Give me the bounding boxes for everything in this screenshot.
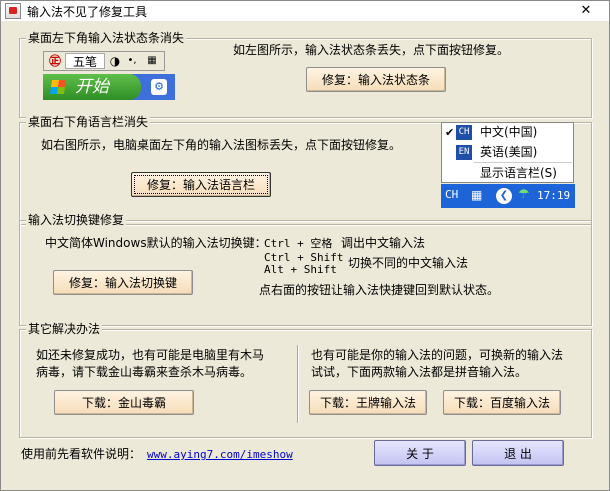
footer-label: 使用前先看软件说明：	[21, 447, 142, 461]
group-status-bar-title: 桌面左下角输入法状态条消失	[26, 31, 187, 45]
other-right-line2: 试试，下面两款输入法都是拼音输入法。	[311, 365, 528, 379]
group-other: 其它解决办法	[19, 322, 592, 438]
tray-expand-icon: ❮	[496, 188, 512, 204]
download-wangpai-button[interactable]: 下载：王牌输入法	[309, 390, 427, 415]
about-button[interactable]: 关 于	[374, 440, 466, 466]
group-hotkey-title: 输入法切换键修复	[26, 213, 127, 227]
other-right-line1: 也有可能是你的输入法的问题，可换新的输入法	[311, 348, 564, 362]
app-icon	[5, 3, 21, 19]
check-icon: ✔	[445, 126, 455, 139]
fix-status-bar-button[interactable]: 修复：输入法状态条	[306, 67, 446, 92]
lang-menu-item-english: EN 英语(美国)	[442, 143, 573, 162]
other-divider	[297, 345, 299, 423]
hotkey-action-2: 切换不同的中文输入法	[348, 256, 469, 270]
lang-badge-en: EN	[456, 145, 472, 160]
main-window: 输入法不见了修复工具 ✕ 桌面左下角输入法状态条消失 ㊣ 五笔 ◑ •, ▦ 开…	[0, 0, 610, 491]
start-button-illustration: 开始	[43, 74, 141, 100]
tray-umbrella-icon: ☂	[518, 187, 530, 202]
punctuation-icon: •,	[127, 55, 137, 66]
menu-separator	[474, 162, 572, 163]
group-other-title: 其它解决办法	[26, 322, 103, 336]
start-label: 开始	[75, 77, 109, 97]
hotkey-description: 中文简体Windows默认的输入法切换键：	[45, 236, 267, 250]
fix-hotkey-button[interactable]: 修复：输入法切换键	[53, 270, 193, 295]
keyboard-icon: ▦	[147, 55, 157, 66]
lang-badge-ch: CH	[456, 125, 472, 140]
window-title: 输入法不见了修复工具	[27, 5, 148, 19]
client-area: 桌面左下角输入法状态条消失 ㊣ 五笔 ◑ •, ▦ 开始 ⚙ 如左图所示，输入法…	[1, 22, 609, 490]
lang-menu-item-show-bar: 显示语言栏(S)	[442, 164, 573, 183]
hotkey-action-1: 调出中文输入法	[341, 236, 426, 250]
windows-logo-icon	[50, 80, 66, 94]
close-button[interactable]: ✕	[567, 1, 605, 20]
other-left-line1: 如还未修复成功，也有可能是电脑里有木马	[36, 348, 265, 362]
tray-lang-indicator: CH	[445, 188, 459, 201]
help-link[interactable]: www.aying7.com/imeshow	[147, 447, 293, 463]
lang-menu-item-chinese: ✔ CH 中文(中国)	[442, 123, 573, 142]
tray-app-icon: ⚙	[151, 79, 167, 95]
language-bar-description: 如右图所示，电脑桌面左下角的输入法图标丢失，点下面按钮修复。	[41, 138, 402, 152]
ime-status-illustration: ㊣ 五笔 ◑ •, ▦	[43, 51, 165, 71]
lang-label-chinese: 中文(中国)	[480, 125, 538, 139]
download-baidu-button[interactable]: 下载：百度输入法	[443, 390, 561, 415]
fix-language-bar-button[interactable]: 修复：输入法语言栏	[131, 172, 271, 197]
half-width-icon: ◑	[109, 54, 121, 68]
language-menu-illustration: ✔ CH 中文(中国) EN 英语(美国) 显示语言栏(S)	[441, 122, 574, 183]
status-bar-description: 如左图所示，输入法状态条丢失，点下面按钮修复。	[233, 43, 510, 57]
ime-logo-icon: ㊣	[48, 54, 61, 68]
taskbar-illustration: 开始 ⚙	[43, 74, 175, 100]
system-tray-illustration: CH ▦ ❮ ☂ 17:19	[441, 184, 575, 208]
exit-button[interactable]: 退 出	[472, 440, 564, 466]
tray-clock: 17:19	[537, 189, 571, 202]
group-language-bar-title: 桌面右下角语言栏消失	[26, 115, 151, 129]
other-left-line2: 病毒，请下载金山毒霸来查杀木马病毒。	[36, 365, 253, 379]
hotkey-combo-3: Alt + Shift	[264, 263, 337, 276]
ime-name: 五笔	[65, 53, 105, 69]
title-bar[interactable]: 输入法不见了修复工具 ✕	[1, 1, 609, 21]
download-kingsoft-button[interactable]: 下载：金山毒霸	[54, 390, 194, 415]
lang-label-english: 英语(美国)	[480, 145, 538, 159]
lang-label-show-bar: 显示语言栏(S)	[480, 166, 557, 180]
hotkey-note: 点右面的按钮让输入法快捷键回到默认状态。	[259, 283, 500, 297]
tray-keyboard-icon: ▦	[471, 188, 483, 202]
